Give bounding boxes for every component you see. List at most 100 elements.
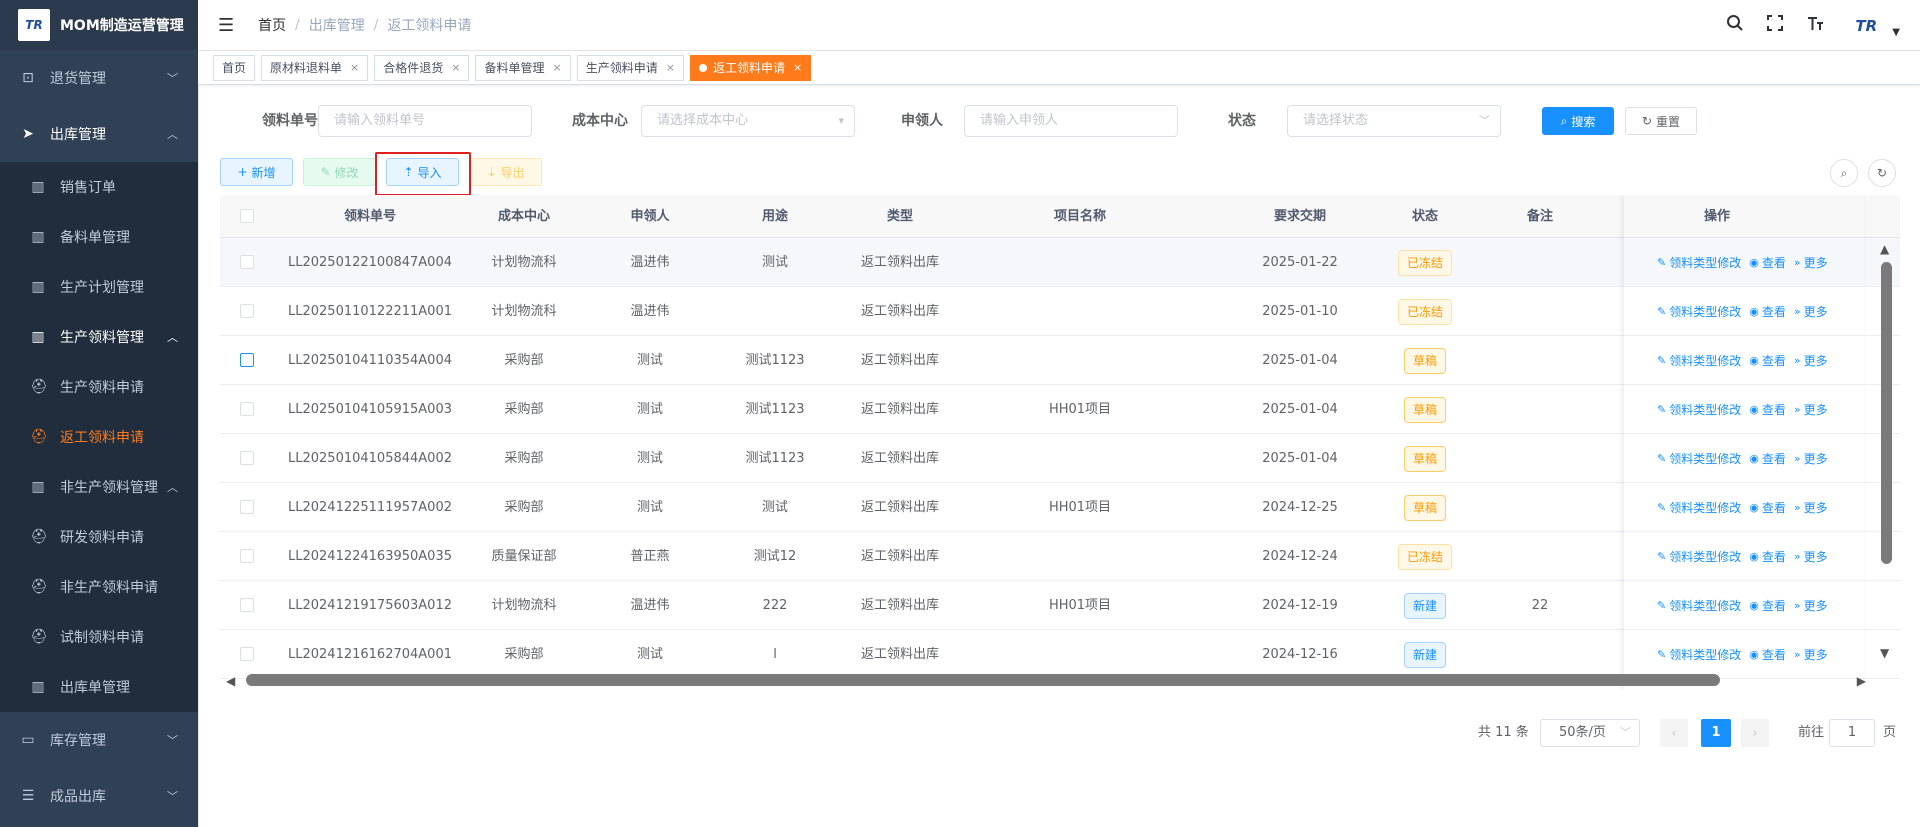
next-page-button[interactable]: › <box>1741 719 1769 747</box>
cell-status: 草稿 <box>1385 434 1465 483</box>
sidebar-item-rd-picking-request[interactable]: ⛑ 研发领料申请 <box>0 512 198 562</box>
cost-center-label: 成本中心 <box>572 113 628 129</box>
edit-icon: ✎ <box>320 165 331 179</box>
sidebar-group-returns[interactable]: ⊡ 退货管理 ﹀ <box>0 50 198 106</box>
horizontal-scroll-thumb[interactable] <box>246 674 1720 686</box>
sidebar-group-inventory[interactable]: ▭ 库存管理 ﹀ <box>0 712 198 768</box>
breadcrumb-separator: / <box>295 17 300 33</box>
cell-cost-center: 采购部 <box>504 353 544 368</box>
row-checkbox[interactable] <box>240 353 254 367</box>
close-icon[interactable]: × <box>666 56 675 80</box>
cell-due-date: 2024-12-19 <box>1262 598 1338 613</box>
status-badge: 新建 <box>1403 641 1446 668</box>
fullscreen-icon[interactable] <box>1766 14 1784 37</box>
scroll-left-icon[interactable]: ◀ <box>226 674 235 688</box>
search-icon[interactable] <box>1726 14 1744 37</box>
scroll-down-icon[interactable]: ▼ <box>1880 646 1889 660</box>
add-button[interactable]: + 新增 <box>220 158 293 186</box>
prev-page-button[interactable]: ‹ <box>1660 719 1688 747</box>
tag-qualified-return[interactable]: 合格件退货 × <box>374 54 470 81</box>
search-icon: ⌕ <box>1840 165 1848 180</box>
sidebar-item-sales-order[interactable]: ▥ 销售订单 <box>0 162 198 212</box>
tag-production-picking-request[interactable]: 生产领料申请 × <box>576 54 684 81</box>
breadcrumb-home[interactable]: 首页 <box>258 15 286 35</box>
cell-order-no: LL20241225111957A002 <box>288 500 452 515</box>
status-select[interactable]: 请选择状态 ﹀ <box>1287 105 1501 137</box>
sidebar-group-outbound[interactable]: ➤ 出库管理 ︿ <box>0 106 198 162</box>
chevron-down-icon: ﹀ <box>167 72 178 85</box>
cell-due-date: 2025-01-22 <box>1262 255 1338 270</box>
cell-applicant: 温进伟 <box>630 255 670 270</box>
cell-cost-center: 采购部 <box>504 451 544 466</box>
sidebar-group-finished-goods[interactable]: ☰ 成品出库 ﹀ <box>0 768 198 824</box>
order-no-input[interactable]: 请输入领料单号 <box>318 105 532 137</box>
scroll-right-icon[interactable]: ▶ <box>1857 674 1866 688</box>
sidebar-item-label: 生产领料申请 <box>60 380 144 396</box>
status-badge: 草稿 <box>1403 396 1446 423</box>
edit-button[interactable]: ✎ 修改 <box>303 158 376 186</box>
sidebar-item-production-picking[interactable]: ▥ 生产领料管理 ︿ <box>0 312 198 362</box>
row-checkbox[interactable] <box>240 598 254 612</box>
tag-rework-picking-request[interactable]: 返工领料申请 × <box>689 54 812 81</box>
status-badge: 已冻结 <box>1397 543 1452 570</box>
status-badge: 已冻结 <box>1397 249 1452 276</box>
search-button[interactable]: ⌕ 搜索 <box>1542 107 1614 135</box>
row-checkbox[interactable] <box>240 402 254 416</box>
chevron-down-icon: ▾ <box>838 114 844 127</box>
close-icon[interactable]: × <box>451 56 460 80</box>
tag-raw-material-return[interactable]: 原材料退料单 × <box>261 54 369 81</box>
applicant-input[interactable]: 请输入申领人 <box>964 105 1178 137</box>
sidebar-item-prep-order[interactable]: ▥ 备料单管理 <box>0 212 198 262</box>
sidebar-item-production-picking-request[interactable]: ⛑ 生产领料申请 <box>0 362 198 412</box>
cell-remark <box>1500 287 1580 336</box>
column-header: 状态 <box>1411 209 1438 224</box>
horizontal-scrollbar[interactable]: ◀ ▶ <box>220 670 1870 688</box>
refresh-button[interactable]: ↻ <box>1868 159 1896 187</box>
cost-center-select[interactable]: 请选择成本中心 ▾ <box>641 105 855 137</box>
toggle-search-button[interactable]: ⌕ <box>1830 159 1858 187</box>
select-all-checkbox[interactable] <box>240 209 254 223</box>
avatar[interactable]: TR <box>1846 14 1886 38</box>
cell-type: 返工领料出库 <box>860 255 939 270</box>
vertical-scroll-thumb[interactable] <box>1881 262 1892 564</box>
column-header: 类型 <box>886 209 913 224</box>
sidebar-item-nonproduction-picking-request[interactable]: ⛑ 非生产领料申请 <box>0 562 198 612</box>
cell-purpose: 测试1123 <box>745 353 805 368</box>
close-icon[interactable]: × <box>553 56 562 80</box>
chevron-up-icon: ︿ <box>167 128 178 141</box>
scroll-up-icon[interactable]: ▲ <box>1880 242 1889 256</box>
vertical-scrollbar[interactable]: ▲ ▼ <box>1877 238 1895 668</box>
order-no-label: 领料单号 <box>262 113 318 129</box>
close-icon[interactable]: × <box>793 56 802 80</box>
row-checkbox[interactable] <box>240 647 254 661</box>
caret-down-icon[interactable]: ▼ <box>1892 27 1900 38</box>
row-checkbox[interactable] <box>240 304 254 318</box>
close-icon[interactable]: × <box>350 56 359 80</box>
goto-page-input[interactable]: 1 <box>1829 719 1875 747</box>
app-title: MOM制造运营管理 <box>60 18 184 34</box>
sidebar-item-production-plan[interactable]: ▥ 生产计划管理 <box>0 262 198 312</box>
page-size-select[interactable]: 50条/页 ﹀ <box>1540 719 1640 747</box>
row-checkbox[interactable] <box>240 255 254 269</box>
chevron-up-icon: ︿ <box>167 481 178 494</box>
row-checkbox[interactable] <box>240 549 254 563</box>
sidebar-item-nonproduction-picking[interactable]: ▥ 非生产领料管理 ︿ <box>0 462 198 512</box>
pagination-total: 共 11 条 <box>1478 725 1529 740</box>
export-button[interactable]: ⇣ 导出 <box>469 158 542 186</box>
row-checkbox[interactable] <box>240 500 254 514</box>
menu-toggle-icon[interactable]: ☰ <box>218 15 242 36</box>
sidebar-item-outbound-order[interactable]: ▥ 出库单管理 <box>0 662 198 712</box>
page-number-current[interactable]: 1 <box>1701 719 1731 747</box>
font-size-icon[interactable] <box>1806 14 1824 37</box>
row-checkbox[interactable] <box>240 451 254 465</box>
reset-button[interactable]: ↻ 重置 <box>1625 107 1697 135</box>
cell-project <box>1010 434 1150 483</box>
sidebar-item-rework-picking-request[interactable]: ⛑ 返工领料申请 <box>0 412 198 462</box>
tag-home[interactable]: 首页 <box>213 54 256 81</box>
sidebar-item-label: 非生产领料管理 <box>60 480 158 496</box>
sidebar-group-label: 成品出库 <box>50 789 106 805</box>
tag-prep-order[interactable]: 备料单管理 × <box>475 54 571 81</box>
cell-purpose: 测试12 <box>753 549 797 564</box>
sidebar-item-trial-picking-request[interactable]: ⛑ 试制领料申请 <box>0 612 198 662</box>
applicant-label: 申领人 <box>901 113 943 129</box>
